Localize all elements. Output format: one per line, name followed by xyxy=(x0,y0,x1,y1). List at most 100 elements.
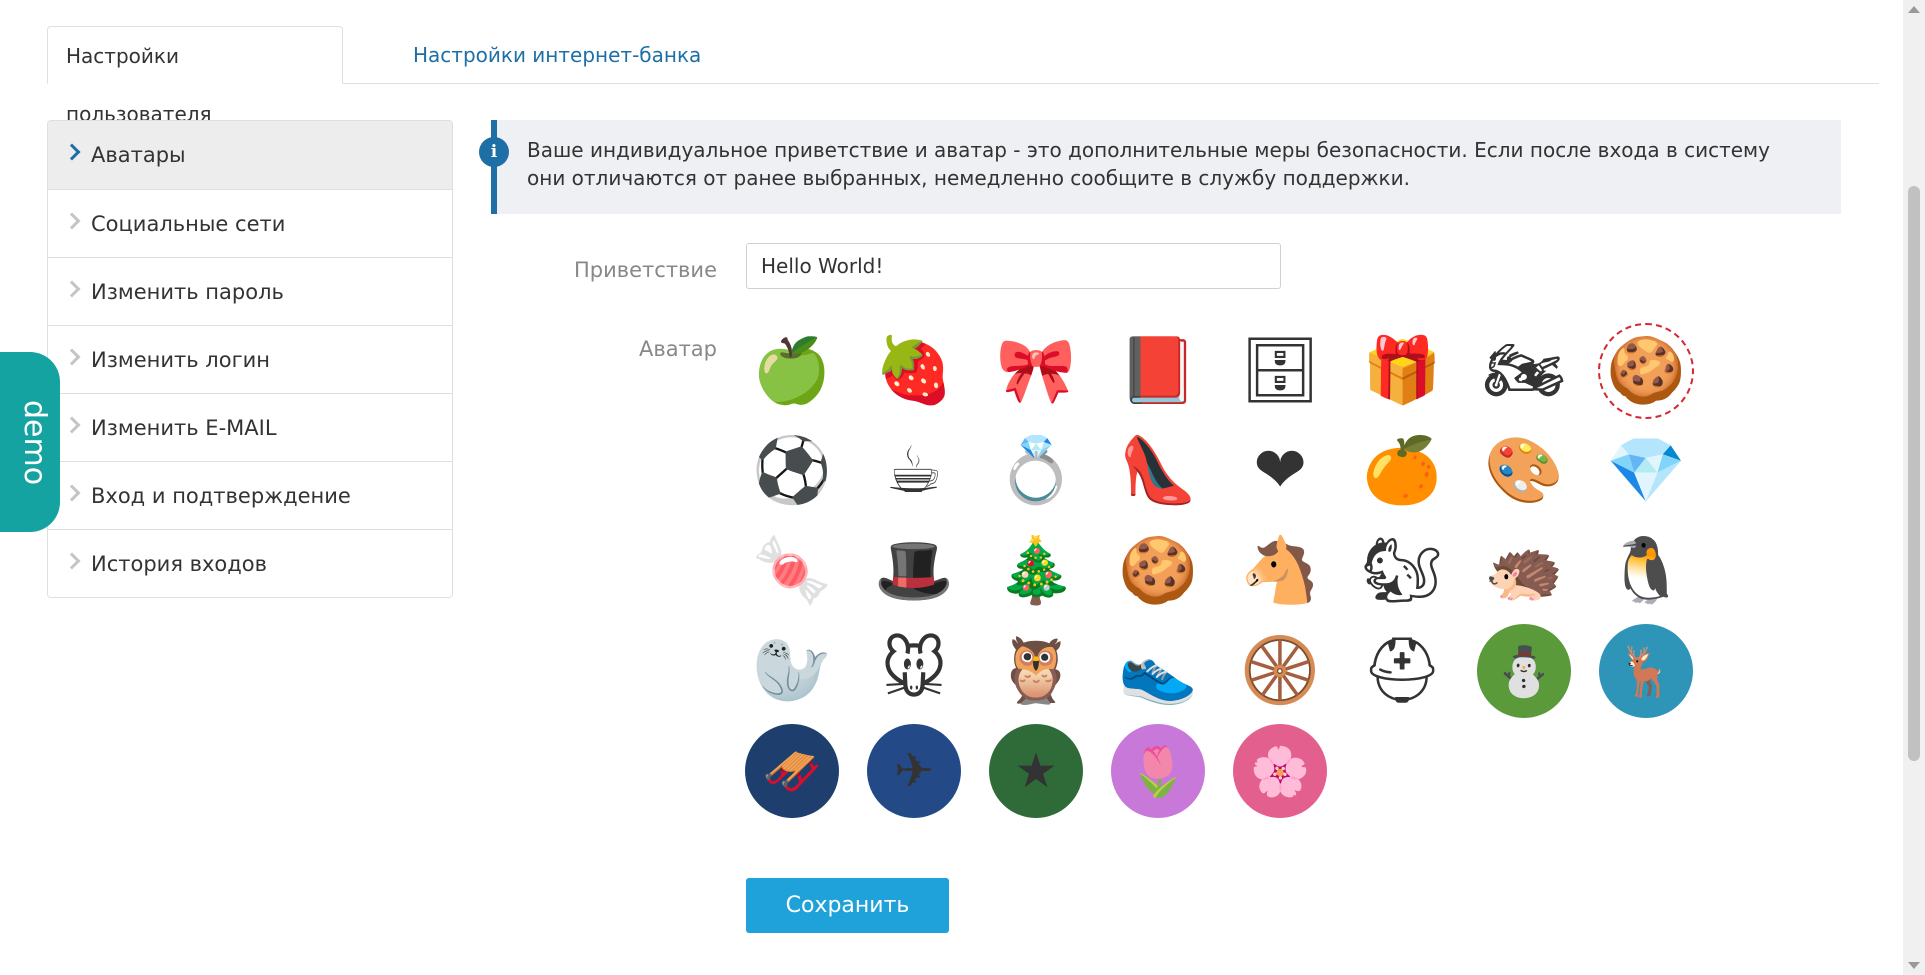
orange-icon: 🍊 xyxy=(1362,434,1442,508)
bow-tie-icon: 🎀 xyxy=(996,334,1076,408)
sidebar-item-social-networks[interactable]: Социальные сети xyxy=(48,189,452,257)
sidebar-item-change-login[interactable]: Изменить логин xyxy=(48,325,452,393)
sidebar-item-label: Изменить пароль xyxy=(91,280,284,304)
demo-badge[interactable]: demo xyxy=(0,352,60,532)
sidebar-item-label: Аватары xyxy=(91,143,186,167)
book-icon: 📕 xyxy=(1118,334,1198,408)
sidebar-item-avatars[interactable]: Аватары xyxy=(48,121,452,189)
raspberry-icon: 🍓 xyxy=(874,334,954,408)
avatar-option-soccer-ball[interactable]: ⚽ xyxy=(744,423,840,519)
red-star-icon: ★ xyxy=(989,724,1083,818)
safe-icon: 🗄 xyxy=(1239,334,1321,408)
avatar-option-bow-tie[interactable]: 🎀 xyxy=(988,323,1084,419)
avatar-option-christmas-tree-cookie[interactable]: 🎄 xyxy=(988,523,1084,619)
candy-cane-icon: 🍬 xyxy=(752,534,832,608)
sidebar-item-login-confirmation[interactable]: Вход и подтверждение xyxy=(48,461,452,529)
sidebar-item-change-email[interactable]: Изменить E-MAIL xyxy=(48,393,452,461)
avatar-option-santa-sleigh[interactable]: 🛷 xyxy=(744,723,840,819)
avatar-option-helmet[interactable]: ⛑ xyxy=(1354,623,1450,719)
avatar-option-gem[interactable]: 💎 xyxy=(1598,423,1694,519)
avatar-option-high-heels[interactable]: 👠 xyxy=(1110,423,1206,519)
avatar-option-steering-wheel[interactable]: 🛞 xyxy=(1232,623,1328,719)
gingerbread-man-icon: 🍪 xyxy=(1118,534,1198,608)
palette-icon: 🎨 xyxy=(1484,434,1564,508)
walrus-icon: 🦭 xyxy=(752,634,832,708)
heart-cookie-icon: ❤ xyxy=(1253,434,1307,508)
sidebar-item-change-password[interactable]: Изменить пароль xyxy=(48,257,452,325)
chevron-right-icon xyxy=(63,416,81,434)
avatar-option-deer[interactable]: 🦌 xyxy=(1598,623,1694,719)
avatar-option-owl[interactable]: 🦉 xyxy=(988,623,1084,719)
tab-user-settings[interactable]: Настройки пользователя xyxy=(47,26,343,126)
avatar-option-red-star[interactable]: ★ xyxy=(988,723,1084,819)
soccer-ball-icon: ⚽ xyxy=(752,434,832,508)
avatar-option-gingerbread-man[interactable]: 🍪 xyxy=(1110,523,1206,619)
high-heels-icon: 👠 xyxy=(1118,434,1198,508)
avatar-option-tulips[interactable]: 🌷 xyxy=(1110,723,1206,819)
avatar-option-donkey[interactable]: 🐴 xyxy=(1232,523,1328,619)
avatar-option-planes[interactable]: ✈ xyxy=(866,723,962,819)
scroll-down-icon[interactable] xyxy=(1908,962,1920,969)
snowman-icon: ⛄ xyxy=(1477,624,1571,718)
scrollbar[interactable] xyxy=(1903,0,1925,975)
avatar-option-blossom[interactable]: 🌸 xyxy=(1232,723,1328,819)
planes-icon: ✈ xyxy=(867,724,961,818)
cookie-snowflake-icon: 🍪 xyxy=(1606,334,1686,408)
avatar-option-apple[interactable]: 🍏 xyxy=(744,323,840,419)
blossom-icon: 🌸 xyxy=(1233,724,1327,818)
scroll-up-icon[interactable] xyxy=(1908,6,1920,13)
chevron-right-icon xyxy=(63,484,81,502)
avatar-option-cup[interactable]: ☕ xyxy=(866,423,962,519)
cup-icon: ☕ xyxy=(885,434,943,508)
chevron-right-icon xyxy=(63,143,81,161)
deer-icon: 🦌 xyxy=(1599,624,1693,718)
avatar-option-sneaker[interactable]: 👟 xyxy=(1110,623,1206,719)
avatar-option-orange[interactable]: 🍊 xyxy=(1354,423,1450,519)
sidebar-item-label: Социальные сети xyxy=(91,212,286,236)
tulips-icon: 🌷 xyxy=(1111,724,1205,818)
save-button[interactable]: Сохранить xyxy=(746,878,949,933)
avatar-option-mouse[interactable]: 🐭 xyxy=(866,623,962,719)
motorcycle-icon: 🏍 xyxy=(1483,334,1565,408)
avatar-option-top-hat[interactable]: 🎩 xyxy=(866,523,962,619)
sidebar-item-label: Изменить логин xyxy=(91,348,270,372)
avatar-option-penguin[interactable]: 🐧 xyxy=(1598,523,1694,619)
greeting-input[interactable] xyxy=(746,243,1281,289)
owl-icon: 🦉 xyxy=(996,634,1076,708)
tab-internet-bank-settings[interactable]: Настройки интернет-банка xyxy=(395,26,719,84)
avatar-option-raspberry[interactable]: 🍓 xyxy=(866,323,962,419)
avatar-label: Аватар xyxy=(638,337,717,361)
santa-sleigh-icon: 🛷 xyxy=(745,724,839,818)
mouse-icon: 🐭 xyxy=(880,634,948,708)
settings-tabs: Настройки пользователя Настройки интерне… xyxy=(47,26,1879,126)
sidebar-item-login-history[interactable]: История входов xyxy=(48,529,452,597)
sidebar-item-label: Вход и подтверждение xyxy=(91,484,351,508)
avatar-option-motorcycle[interactable]: 🏍 xyxy=(1476,323,1572,419)
avatar-option-candy-cane[interactable]: 🍬 xyxy=(744,523,840,619)
donkey-icon: 🐴 xyxy=(1240,534,1320,608)
avatar-option-walrus[interactable]: 🦭 xyxy=(744,623,840,719)
avatar-option-gift[interactable]: 🎁 xyxy=(1354,323,1450,419)
scrollbar-thumb[interactable] xyxy=(1908,186,1920,761)
avatar-option-palette[interactable]: 🎨 xyxy=(1476,423,1572,519)
hedgehog-icon: 🦔 xyxy=(1484,534,1564,608)
avatar-grid: 🍏 🍓 🎀 📕 🗄 🎁 🏍 🍪 ⚽ ☕ 💍 👠 ❤ 🍊 🎨 💎 🍬 🎩 🎄 🍪 🐴 🐿 🦔 🐧 🦭 🐭 🦉 👟 🛞 ⛑ ⛄ 🦌 🛷 ✈ ★ 🌷 🌸 xyxy=(744,323,1730,823)
avatar-option-book[interactable]: 📕 xyxy=(1110,323,1206,419)
avatar-option-safe[interactable]: 🗄 xyxy=(1232,323,1328,419)
chevron-right-icon xyxy=(63,280,81,298)
steering-wheel-icon: 🛞 xyxy=(1240,634,1320,708)
info-text: Ваше индивидуальное приветствие и аватар… xyxy=(527,138,1770,190)
sneaker-icon: 👟 xyxy=(1118,634,1198,708)
chevron-right-icon xyxy=(63,552,81,570)
avatar-option-heart-cookie[interactable]: ❤ xyxy=(1232,423,1328,519)
avatar-option-hedgehog[interactable]: 🦔 xyxy=(1476,523,1572,619)
penguin-icon: 🐧 xyxy=(1606,534,1686,608)
avatar-option-cookie-snowflake[interactable]: 🍪 xyxy=(1598,323,1694,419)
sidebar-item-label: История входов xyxy=(91,552,268,576)
gem-icon: 💎 xyxy=(1606,434,1686,508)
avatar-option-ring[interactable]: 💍 xyxy=(988,423,1084,519)
avatar-option-snowman[interactable]: ⛄ xyxy=(1476,623,1572,719)
avatar-option-squirrel[interactable]: 🐿 xyxy=(1354,523,1450,619)
gift-icon: 🎁 xyxy=(1362,334,1442,408)
helmet-icon: ⛑ xyxy=(1361,634,1443,708)
